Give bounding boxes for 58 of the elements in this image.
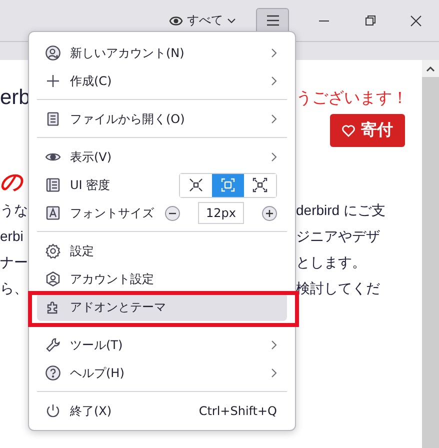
menu-item[interactable]: アカウント設定 bbox=[37, 265, 287, 293]
filter-dropdown[interactable]: すべて bbox=[163, 12, 242, 29]
paragraph-text: 検討してくだ bbox=[296, 279, 380, 298]
chevron-right-icon bbox=[271, 368, 277, 378]
chevron-right-icon bbox=[271, 340, 277, 350]
font-icon bbox=[45, 205, 61, 221]
account-add-icon bbox=[45, 45, 61, 61]
menu-item[interactable]: アドオンとテーマ bbox=[37, 293, 287, 321]
shortcut-label: Ctrl+Shift+Q bbox=[198, 404, 277, 418]
font-size-field[interactable]: 12px bbox=[198, 202, 244, 224]
plus-icon bbox=[45, 73, 61, 89]
increase-button[interactable] bbox=[262, 206, 277, 220]
account-icon bbox=[45, 271, 61, 287]
section-heading: の bbox=[0, 169, 23, 197]
menu-item[interactable]: 終了(X) Ctrl+Shift+Q bbox=[37, 397, 287, 425]
donate-button[interactable]: 寄付 bbox=[330, 114, 405, 147]
paragraph-text: derbird にご支 bbox=[296, 201, 386, 220]
paragraph-text: うな bbox=[0, 201, 28, 220]
minimize-icon bbox=[318, 20, 330, 22]
list-icon bbox=[45, 177, 61, 193]
gear-icon bbox=[45, 243, 61, 259]
paragraph-text: ら、 bbox=[0, 279, 28, 298]
close-icon bbox=[410, 14, 422, 26]
power-icon bbox=[45, 403, 61, 419]
chevron-down-icon bbox=[227, 18, 236, 24]
scrollbar[interactable] bbox=[422, 60, 439, 448]
eye-icon bbox=[169, 16, 183, 26]
paragraph-text: ジニアやデザ bbox=[296, 227, 380, 246]
paragraph-text: erbi bbox=[0, 227, 24, 246]
menu-button[interactable] bbox=[256, 8, 289, 34]
menu-label: フォントサイズ bbox=[70, 204, 155, 222]
menu-item[interactable]: 設定 bbox=[37, 237, 287, 265]
help-icon bbox=[45, 365, 61, 381]
decrease-button[interactable] bbox=[165, 206, 180, 220]
paragraph-text: ナー bbox=[0, 253, 28, 272]
heart-icon bbox=[342, 124, 355, 136]
chevron-right-icon bbox=[271, 48, 277, 58]
touch-icon bbox=[252, 177, 268, 193]
menu-item[interactable]: 新しいアカウント(N) bbox=[37, 39, 287, 67]
menu-item[interactable]: ヘルプ(H) bbox=[37, 359, 287, 387]
document-icon bbox=[45, 111, 61, 127]
thanks-text: うございます！ bbox=[296, 87, 409, 109]
menu-item[interactable]: ファイルから開く(O) bbox=[37, 105, 287, 133]
menu-label: UI 密度 bbox=[70, 176, 112, 194]
restore-icon bbox=[364, 15, 376, 26]
menu-item[interactable]: 作成(C) bbox=[37, 67, 287, 95]
chevron-right-icon bbox=[271, 114, 277, 124]
chevron-right-icon bbox=[271, 76, 277, 86]
menu-item[interactable]: ツール(T) bbox=[37, 331, 287, 359]
paragraph-text: とします。 bbox=[296, 253, 366, 272]
scroll-up-icon bbox=[426, 66, 435, 72]
menu-item[interactable]: 表示(V) bbox=[37, 143, 287, 171]
menu-icon bbox=[266, 15, 280, 26]
wrench-icon bbox=[45, 337, 61, 353]
chevron-right-icon bbox=[271, 152, 277, 162]
compact-icon bbox=[188, 177, 204, 193]
normal-icon bbox=[220, 177, 236, 193]
plus-icon bbox=[265, 208, 274, 218]
